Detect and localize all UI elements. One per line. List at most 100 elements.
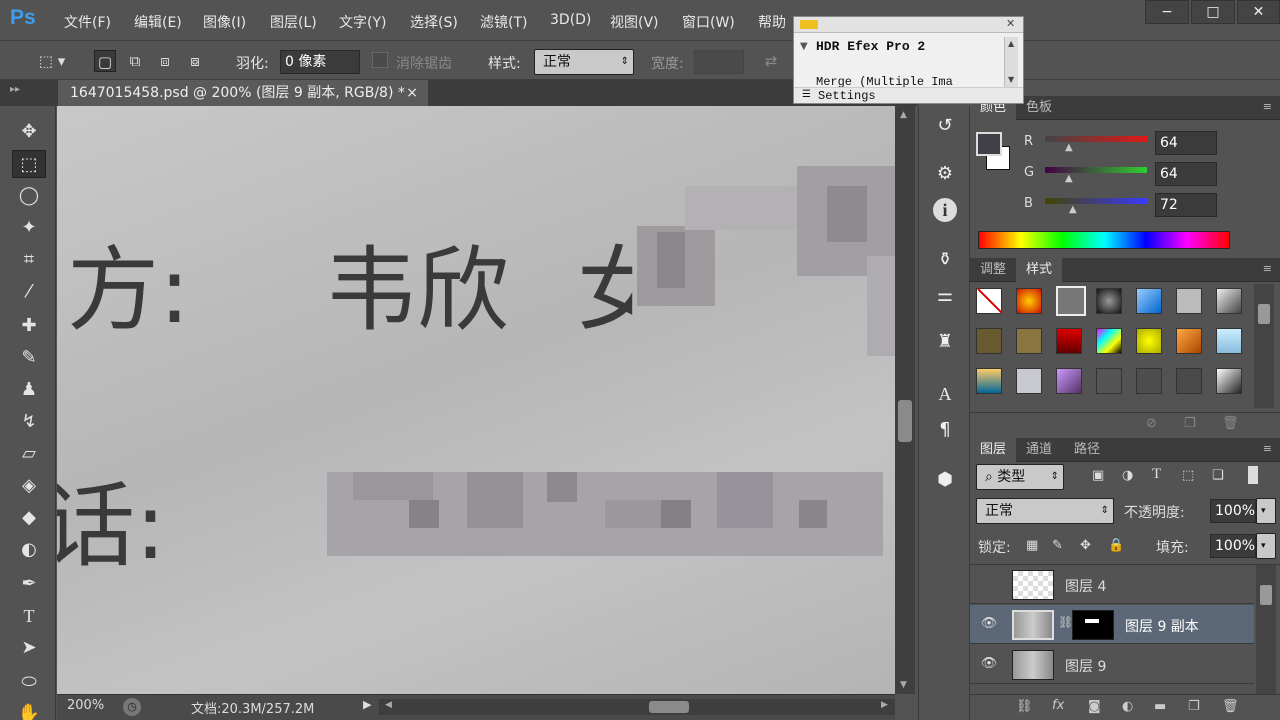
close-tab-icon[interactable]: ×: [406, 80, 418, 106]
tab-channels[interactable]: 通道: [1016, 438, 1062, 462]
opacity-input[interactable]: 100%: [1210, 499, 1256, 523]
menu-3d[interactable]: 3D(D): [550, 12, 591, 28]
status-menu-arrow-icon[interactable]: ▶: [363, 698, 371, 711]
g-value-input[interactable]: 64: [1155, 162, 1217, 186]
healing-brush-tool-icon[interactable]: ✚: [12, 312, 46, 340]
menu-file[interactable]: 文件(F): [64, 12, 111, 32]
panel-menu-icon[interactable]: ≡: [1263, 262, 1272, 275]
styles-scroll-thumb[interactable]: [1258, 304, 1270, 324]
ellipse-tool-icon[interactable]: ⬭: [12, 668, 46, 696]
style-swatch[interactable]: [1056, 368, 1082, 394]
filter-pixel-icon[interactable]: ▣: [1092, 468, 1104, 483]
path-selection-tool-icon[interactable]: ➤: [12, 634, 46, 662]
3d-panel-icon[interactable]: ⬢: [933, 468, 957, 492]
marquee-preset-icon[interactable]: ⬚ ▾: [32, 50, 72, 72]
delete-style-icon[interactable]: 🗑: [1222, 416, 1239, 431]
lock-transparent-icon[interactable]: ▦: [1026, 538, 1038, 553]
status-clock-icon[interactable]: ◷: [123, 698, 141, 716]
menu-help[interactable]: 帮助: [758, 12, 786, 32]
type-tool-icon[interactable]: T: [12, 602, 46, 630]
tool-presets-icon[interactable]: ⚌: [933, 284, 957, 308]
info-camera-icon[interactable]: ⚙: [933, 162, 957, 186]
hdr-close-icon[interactable]: ✕: [1006, 17, 1015, 30]
visibility-toggle[interactable]: [980, 575, 996, 591]
scroll-down-icon[interactable]: ▼: [1008, 75, 1014, 84]
r-value-input[interactable]: 64: [1155, 131, 1217, 155]
filter-shape-icon[interactable]: ⬚: [1182, 468, 1194, 483]
style-swatch[interactable]: [1096, 288, 1122, 314]
intersect-selection-icon[interactable]: ⧇: [184, 50, 206, 72]
style-swatch[interactable]: [1176, 328, 1202, 354]
style-swatch[interactable]: [1136, 328, 1162, 354]
document-canvas[interactable]: 方: 韦欣 女 话:: [57, 106, 895, 694]
hdr-settings[interactable]: Settings: [818, 89, 876, 103]
eraser-tool-icon[interactable]: ▱: [12, 440, 46, 468]
new-selection-icon[interactable]: ▢: [94, 50, 116, 72]
hdr-collapse-icon[interactable]: ▼: [800, 41, 808, 52]
lasso-tool-icon[interactable]: ◯: [12, 182, 46, 210]
r-slider-handle[interactable]: ▲: [1065, 142, 1073, 153]
add-mask-icon[interactable]: ◙: [1088, 699, 1101, 714]
width-input[interactable]: [694, 50, 744, 74]
g-slider-handle[interactable]: ▲: [1065, 173, 1073, 184]
collapse-toolbox-icon[interactable]: ▸▸: [10, 84, 20, 95]
clone-source-icon[interactable]: ♜: [933, 330, 957, 354]
style-swatch-selected[interactable]: [1056, 286, 1086, 316]
style-swatch[interactable]: [1216, 368, 1242, 394]
layer-row[interactable]: 图层 4: [970, 565, 1254, 604]
fill-input[interactable]: 100%: [1210, 534, 1256, 558]
r-slider[interactable]: [1045, 136, 1147, 142]
style-swatch[interactable]: [1096, 328, 1122, 354]
minimize-button[interactable]: −: [1145, 0, 1189, 24]
style-swatch[interactable]: [976, 368, 1002, 394]
hdr-merge-item[interactable]: Merge (Multiple Ima: [816, 75, 953, 87]
style-swatch[interactable]: [1176, 288, 1202, 314]
menu-filter[interactable]: 滤镜(T): [480, 12, 527, 32]
link-icon[interactable]: ⛓: [1058, 615, 1073, 629]
style-swatch[interactable]: [976, 328, 1002, 354]
pen-tool-icon[interactable]: ✒: [12, 570, 46, 598]
panel-menu-icon[interactable]: ≡: [1263, 100, 1272, 113]
style-swatch[interactable]: [1216, 288, 1242, 314]
fx-icon[interactable]: fx: [1052, 698, 1064, 713]
eye-icon[interactable]: 👁: [980, 615, 998, 633]
lock-all-icon[interactable]: 🔒: [1108, 538, 1124, 553]
layer-mask-thumbnail[interactable]: [1072, 610, 1114, 640]
style-swatch[interactable]: [1016, 368, 1042, 394]
clone-stamp-tool-icon[interactable]: ♟: [12, 376, 46, 404]
opacity-dropdown[interactable]: ▾: [1256, 498, 1276, 524]
paragraph-panel-icon[interactable]: ¶: [933, 418, 957, 442]
menu-view[interactable]: 视图(V): [610, 12, 659, 32]
menu-select[interactable]: 选择(S): [410, 12, 458, 32]
menu-window[interactable]: 窗口(W): [682, 12, 735, 32]
brush-presets-icon[interactable]: ⚱: [933, 248, 957, 272]
vertical-scrollbar[interactable]: ▲ ▼: [895, 106, 915, 694]
styles-scrollbar[interactable]: [1254, 284, 1274, 408]
menu-layer[interactable]: 图层(L): [270, 12, 317, 32]
horizontal-scrollbar[interactable]: ◀ ▶: [379, 699, 895, 715]
swap-icon[interactable]: ⇄: [760, 50, 782, 72]
history-panel-icon[interactable]: ↺: [933, 114, 957, 138]
add-selection-icon[interactable]: ⧉: [124, 50, 146, 72]
filter-toggle-switch[interactable]: [1248, 466, 1258, 484]
filter-type-icon[interactable]: T: [1152, 466, 1161, 483]
menu-edit[interactable]: 编辑(E): [134, 12, 182, 32]
paint-bucket-tool-icon[interactable]: ◈: [12, 472, 46, 500]
new-group-icon[interactable]: ▬: [1154, 699, 1166, 714]
new-style-icon[interactable]: ❐: [1184, 416, 1196, 431]
layers-scroll-thumb[interactable]: [1260, 585, 1272, 605]
tab-paths[interactable]: 路径: [1064, 438, 1110, 462]
brush-tool-icon[interactable]: ✎: [12, 344, 46, 372]
info-panel-icon[interactable]: i: [933, 198, 957, 222]
eyedropper-tool-icon[interactable]: ⁄: [12, 278, 46, 306]
antialias-checkbox[interactable]: [372, 52, 388, 68]
color-spectrum-bar[interactable]: [978, 231, 1230, 249]
link-layers-icon[interactable]: ⛓: [1016, 699, 1033, 714]
hand-tool-icon[interactable]: ✋: [12, 700, 46, 720]
scroll-left-icon[interactable]: ◀: [385, 700, 392, 710]
zoom-level[interactable]: 200%: [67, 698, 104, 713]
filter-smart-object-icon[interactable]: ❏: [1212, 468, 1224, 483]
scroll-up-icon[interactable]: ▲: [1008, 39, 1014, 48]
style-swatch[interactable]: [1016, 328, 1042, 354]
fill-dropdown[interactable]: ▾: [1256, 533, 1276, 559]
